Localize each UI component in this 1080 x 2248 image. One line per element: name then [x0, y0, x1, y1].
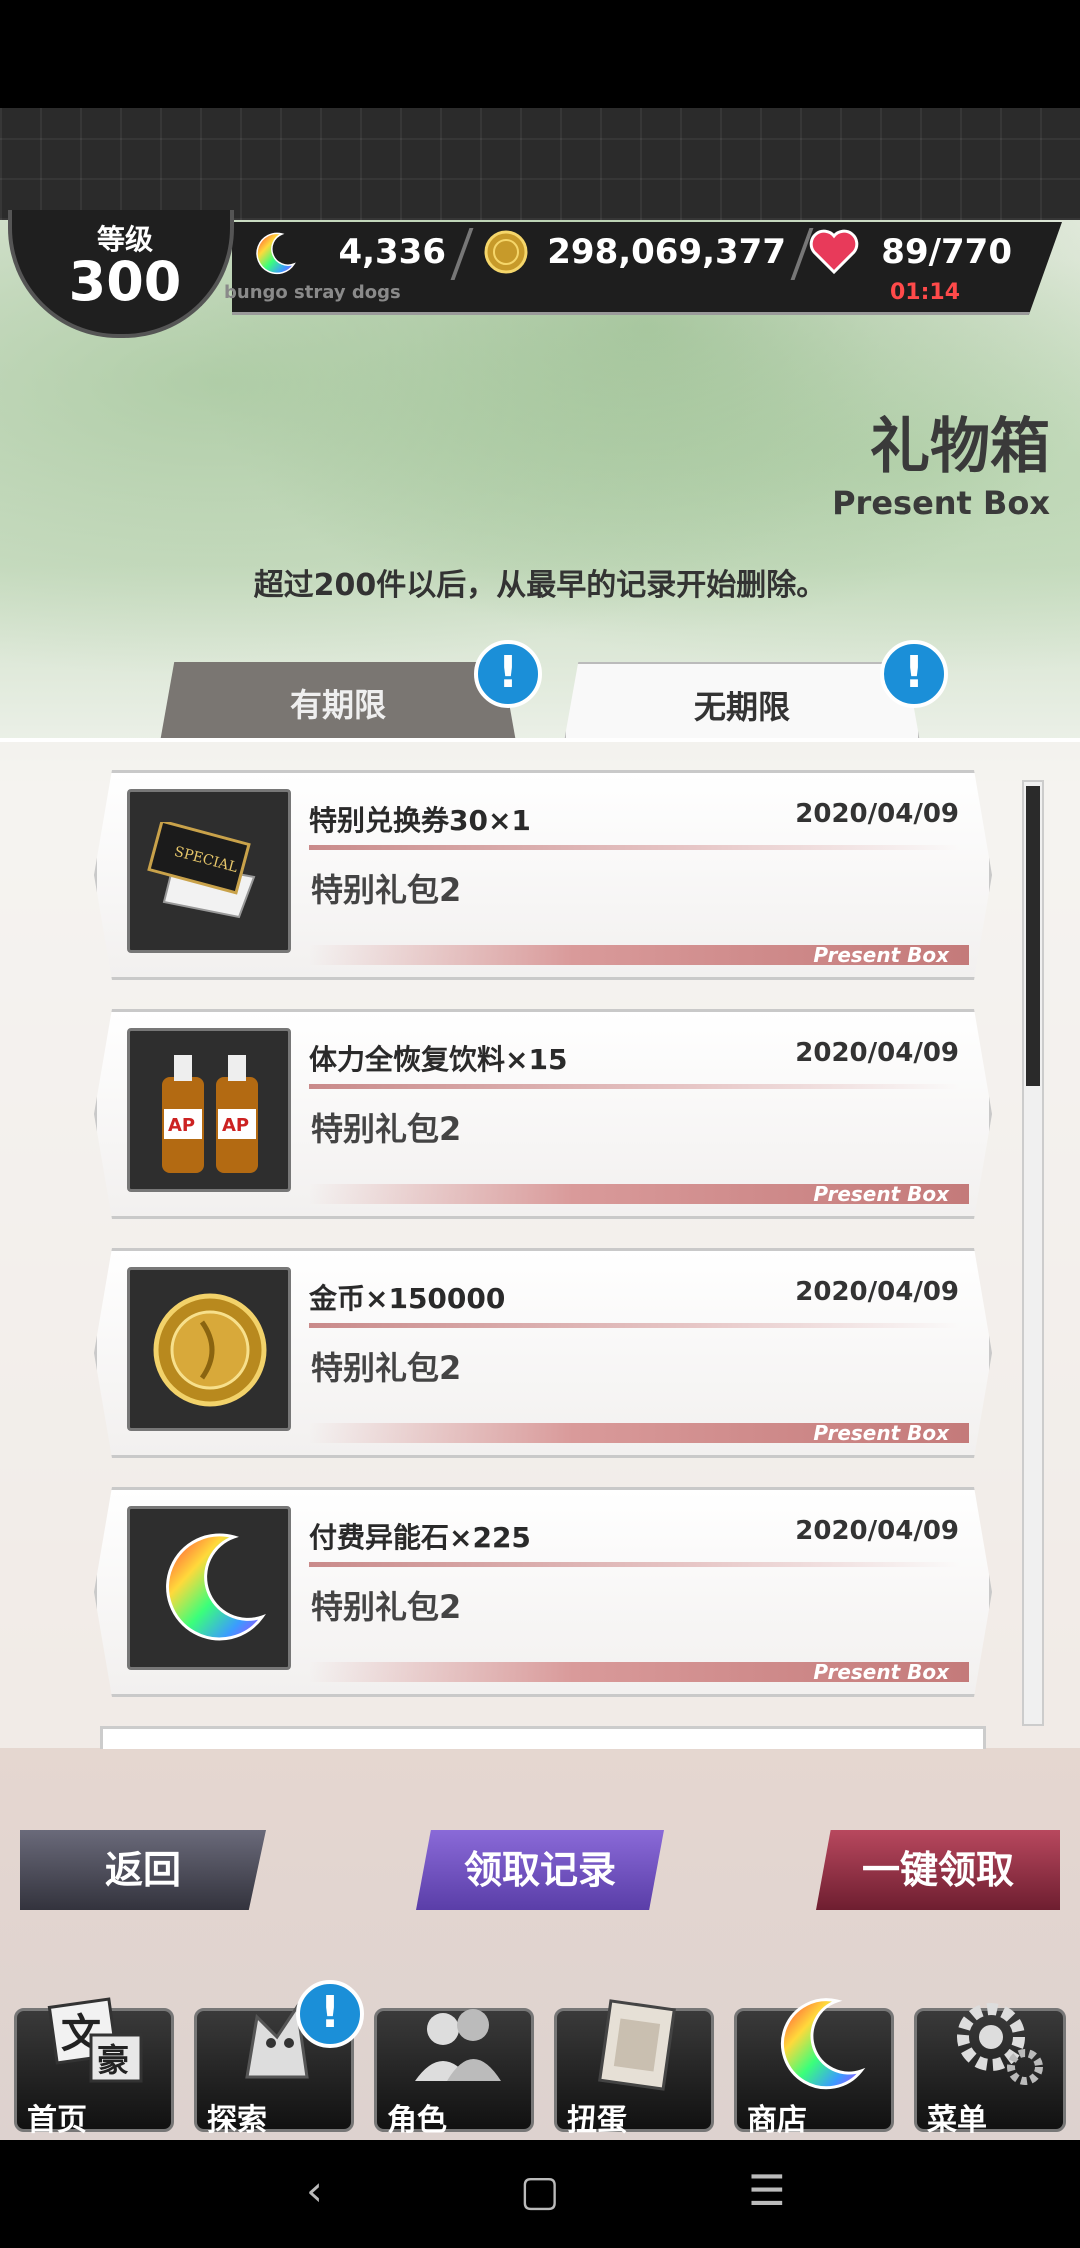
- present-item[interactable]: AP AP 体力全恢复饮料×15 2020/04/09 特别礼包2 Present…: [94, 1009, 992, 1219]
- stamina-timer: 01:14: [890, 280, 961, 305]
- item-icon-frame: [127, 1506, 291, 1670]
- item-name: 体力全恢复饮料×15: [309, 1043, 568, 1076]
- nav-gacha[interactable]: 扭蛋: [554, 1999, 714, 2138]
- back-button[interactable]: 返回: [20, 1830, 266, 1910]
- notice-text: 超过200件以后，从最早的记录开始删除。: [253, 568, 827, 603]
- system-back-button[interactable]: ‹: [306, 2166, 323, 2215]
- nav-label: 菜单: [927, 2103, 987, 2138]
- nav-home[interactable]: 文豪 首页: [14, 1997, 174, 2138]
- item-date: 2020/04/09: [795, 799, 959, 829]
- item-divider: [309, 1562, 959, 1567]
- nav-shop[interactable]: 商店: [734, 1998, 894, 2138]
- claim-history-button[interactable]: 领取记录: [416, 1830, 664, 1910]
- present-item[interactable]: 付费异能石×225 2020/04/09 特别礼包2 Present Box: [94, 1487, 992, 1697]
- heart-icon: [808, 228, 860, 276]
- item-icon-frame: [127, 1267, 291, 1431]
- menu-gear-icon: [957, 2003, 1043, 2085]
- nav-menu[interactable]: 菜单: [914, 2003, 1066, 2138]
- page-subtitle: Present Box: [832, 484, 1050, 522]
- premium-stone-count: 4,336: [338, 232, 446, 272]
- tab-unlimited[interactable]: 无期限: [564, 662, 920, 742]
- item-name: 金币×150000: [309, 1282, 506, 1315]
- item-tag: Present Box: [813, 1660, 949, 1684]
- item-divider: [309, 1323, 959, 1328]
- present-item[interactable]: 金币×150000 2020/04/09 特别礼包2 Present Box: [94, 1248, 992, 1458]
- scroll-thumb[interactable]: [1026, 786, 1040, 1086]
- svg-text:豪: 豪: [97, 2041, 129, 2079]
- nav-label: 首页: [27, 2103, 87, 2138]
- next-item-peek: [100, 1726, 986, 1749]
- item-source: 特别礼包2: [311, 1110, 462, 1148]
- item-source: 特别礼包2: [311, 1588, 462, 1626]
- special-ticket-icon: SPECIAL: [147, 822, 256, 919]
- page-title: 礼物箱: [870, 412, 1050, 482]
- alert-icon: !: [880, 640, 948, 708]
- item-tag: Present Box: [813, 1182, 949, 1206]
- gacha-icon: [598, 1999, 676, 2091]
- svg-text:AP: AP: [222, 1115, 249, 1136]
- alert-icon: !: [296, 1980, 364, 2048]
- item-divider: [309, 1084, 959, 1089]
- claim-all-button[interactable]: 一键领取: [816, 1830, 1060, 1910]
- item-tag: Present Box: [813, 1421, 949, 1445]
- nav-label: 扭蛋: [567, 2103, 627, 2138]
- game-subtitle: bungo stray dogs: [224, 282, 401, 303]
- alert-icon: !: [474, 640, 542, 708]
- item-icon-frame: AP AP: [127, 1028, 291, 1192]
- item-source: 特别礼包2: [311, 871, 462, 909]
- tab-underline: [0, 738, 1080, 742]
- status-bar: [0, 0, 1080, 108]
- item-date: 2020/04/09: [795, 1516, 959, 1546]
- item-divider: [309, 845, 959, 850]
- tab-limited[interactable]: 有期限: [160, 662, 516, 742]
- home-icon: 文豪: [47, 1997, 143, 2083]
- system-recents-button[interactable]: ☰: [748, 2166, 786, 2215]
- nav-label: 探索: [207, 2103, 267, 2138]
- item-source: 特别礼包2: [311, 1349, 462, 1387]
- item-date: 2020/04/09: [795, 1277, 959, 1307]
- characters-icon: [415, 2009, 501, 2081]
- crescent-stone-icon: [252, 230, 298, 276]
- stamina-value: 89/770: [881, 232, 1012, 272]
- ap-drink-icon: AP AP: [162, 1055, 258, 1173]
- nav-characters[interactable]: 角色: [374, 2008, 534, 2138]
- nav-label: 角色: [387, 2103, 447, 2138]
- system-home-button[interactable]: ▢: [520, 2166, 560, 2215]
- shop-icon: [780, 1998, 866, 2090]
- present-item[interactable]: SPECIAL 特别兑换券30×1 2020/04/09 特别礼包2 Prese…: [94, 770, 992, 980]
- item-date: 2020/04/09: [795, 1038, 959, 1068]
- nav-label: 商店: [747, 2103, 807, 2138]
- item-name: 特别兑换券30×1: [309, 804, 531, 837]
- item-icon-frame: SPECIAL: [127, 789, 291, 953]
- gold-coin-icon: [484, 230, 528, 274]
- item-name: 付费异能石×225: [309, 1521, 531, 1554]
- top-band: [0, 108, 1080, 220]
- item-tag: Present Box: [813, 943, 949, 967]
- svg-text:AP: AP: [168, 1115, 195, 1136]
- gold-count: 298,069,377: [547, 232, 786, 272]
- level-value: 300: [68, 250, 182, 313]
- gold-coin-icon: [153, 1293, 267, 1407]
- crescent-stone-icon: [166, 1533, 266, 1641]
